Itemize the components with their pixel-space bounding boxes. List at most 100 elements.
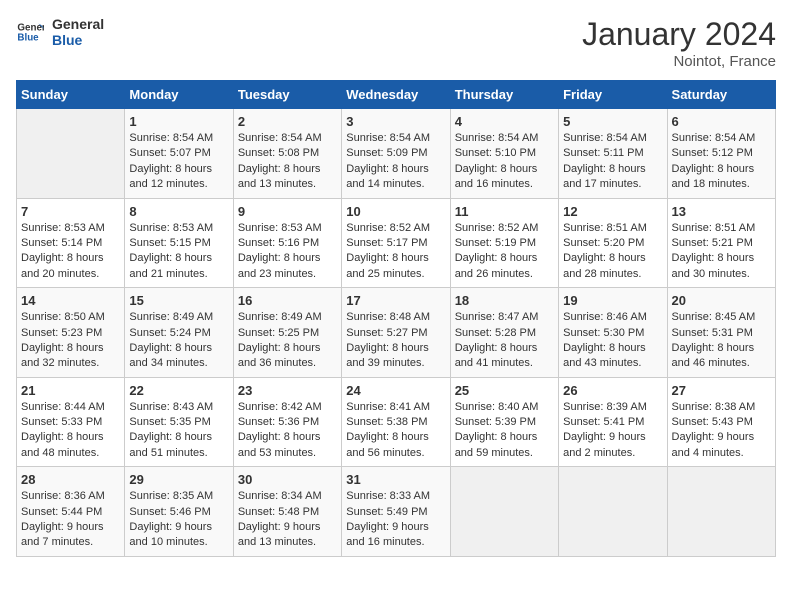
calendar-cell-4-6 [667,467,775,557]
calendar-body: 1 Sunrise: 8:54 AMSunset: 5:07 PMDayligh… [17,109,776,557]
calendar-cell-1-2: 9 Sunrise: 8:53 AMSunset: 5:16 PMDayligh… [233,198,341,288]
main-title: January 2024 [582,16,776,53]
calendar-cell-2-3: 17 Sunrise: 8:48 AMSunset: 5:27 PMDaylig… [342,288,450,378]
day-info: Sunrise: 8:33 AMSunset: 5:49 PMDaylight:… [346,489,445,551]
calendar-cell-4-4 [450,467,558,557]
day-info: Sunrise: 8:53 AMSunset: 5:16 PMDaylight:… [238,221,337,283]
day-number: 15 [129,293,228,308]
calendar-cell-4-0: 28 Sunrise: 8:36 AMSunset: 5:44 PMDaylig… [17,467,125,557]
calendar-cell-0-4: 4 Sunrise: 8:54 AMSunset: 5:10 PMDayligh… [450,109,558,199]
svg-text:Blue: Blue [17,32,39,43]
day-info: Sunrise: 8:53 AMSunset: 5:14 PMDaylight:… [21,221,120,283]
calendar-cell-3-1: 22 Sunrise: 8:43 AMSunset: 5:35 PMDaylig… [125,377,233,467]
day-info: Sunrise: 8:40 AMSunset: 5:39 PMDaylight:… [455,400,554,462]
calendar-row-2: 14 Sunrise: 8:50 AMSunset: 5:23 PMDaylig… [17,288,776,378]
calendar-cell-4-1: 29 Sunrise: 8:35 AMSunset: 5:46 PMDaylig… [125,467,233,557]
calendar-cell-2-2: 16 Sunrise: 8:49 AMSunset: 5:25 PMDaylig… [233,288,341,378]
calendar-cell-0-2: 2 Sunrise: 8:54 AMSunset: 5:08 PMDayligh… [233,109,341,199]
day-info: Sunrise: 8:52 AMSunset: 5:19 PMDaylight:… [455,221,554,283]
day-number: 30 [238,472,337,487]
calendar-cell-4-2: 30 Sunrise: 8:34 AMSunset: 5:48 PMDaylig… [233,467,341,557]
day-number: 23 [238,383,337,398]
calendar-cell-1-3: 10 Sunrise: 8:52 AMSunset: 5:17 PMDaylig… [342,198,450,288]
header-sunday: Sunday [17,81,125,109]
calendar-cell-0-0 [17,109,125,199]
calendar-cell-1-6: 13 Sunrise: 8:51 AMSunset: 5:21 PMDaylig… [667,198,775,288]
calendar-cell-1-0: 7 Sunrise: 8:53 AMSunset: 5:14 PMDayligh… [17,198,125,288]
day-number: 24 [346,383,445,398]
header-tuesday: Tuesday [233,81,341,109]
calendar-row-0: 1 Sunrise: 8:54 AMSunset: 5:07 PMDayligh… [17,109,776,199]
day-info: Sunrise: 8:44 AMSunset: 5:33 PMDaylight:… [21,400,120,462]
calendar-row-1: 7 Sunrise: 8:53 AMSunset: 5:14 PMDayligh… [17,198,776,288]
day-number: 20 [672,293,771,308]
day-info: Sunrise: 8:42 AMSunset: 5:36 PMDaylight:… [238,400,337,462]
day-info: Sunrise: 8:52 AMSunset: 5:17 PMDaylight:… [346,221,445,283]
calendar-cell-0-6: 6 Sunrise: 8:54 AMSunset: 5:12 PMDayligh… [667,109,775,199]
day-number: 19 [563,293,662,308]
day-info: Sunrise: 8:50 AMSunset: 5:23 PMDaylight:… [21,310,120,372]
logo-line1: General [52,16,104,32]
day-number: 4 [455,114,554,129]
day-info: Sunrise: 8:48 AMSunset: 5:27 PMDaylight:… [346,310,445,372]
header-wednesday: Wednesday [342,81,450,109]
day-number: 31 [346,472,445,487]
calendar-row-4: 28 Sunrise: 8:36 AMSunset: 5:44 PMDaylig… [17,467,776,557]
calendar-cell-4-5 [559,467,667,557]
day-number: 14 [21,293,120,308]
day-info: Sunrise: 8:51 AMSunset: 5:21 PMDaylight:… [672,221,771,283]
calendar-cell-0-5: 5 Sunrise: 8:54 AMSunset: 5:11 PMDayligh… [559,109,667,199]
calendar-row-3: 21 Sunrise: 8:44 AMSunset: 5:33 PMDaylig… [17,377,776,467]
calendar-cell-3-4: 25 Sunrise: 8:40 AMSunset: 5:39 PMDaylig… [450,377,558,467]
calendar-cell-2-6: 20 Sunrise: 8:45 AMSunset: 5:31 PMDaylig… [667,288,775,378]
day-number: 18 [455,293,554,308]
day-number: 13 [672,204,771,219]
day-number: 2 [238,114,337,129]
day-number: 16 [238,293,337,308]
day-number: 28 [21,472,120,487]
day-info: Sunrise: 8:34 AMSunset: 5:48 PMDaylight:… [238,489,337,551]
day-info: Sunrise: 8:49 AMSunset: 5:24 PMDaylight:… [129,310,228,372]
subtitle: Nointot, France [582,53,776,70]
calendar-header: Sunday Monday Tuesday Wednesday Thursday… [17,81,776,109]
day-number: 8 [129,204,228,219]
day-info: Sunrise: 8:54 AMSunset: 5:07 PMDaylight:… [129,131,228,193]
day-info: Sunrise: 8:36 AMSunset: 5:44 PMDaylight:… [21,489,120,551]
day-number: 22 [129,383,228,398]
day-info: Sunrise: 8:54 AMSunset: 5:08 PMDaylight:… [238,131,337,193]
page-header: General Blue General Blue January 2024 N… [16,16,776,70]
header-saturday: Saturday [667,81,775,109]
day-info: Sunrise: 8:35 AMSunset: 5:46 PMDaylight:… [129,489,228,551]
title-block: January 2024 Nointot, France [582,16,776,70]
header-friday: Friday [559,81,667,109]
calendar-cell-2-4: 18 Sunrise: 8:47 AMSunset: 5:28 PMDaylig… [450,288,558,378]
calendar-cell-4-3: 31 Sunrise: 8:33 AMSunset: 5:49 PMDaylig… [342,467,450,557]
day-number: 7 [21,204,120,219]
calendar-cell-2-1: 15 Sunrise: 8:49 AMSunset: 5:24 PMDaylig… [125,288,233,378]
day-number: 29 [129,472,228,487]
calendar-cell-3-6: 27 Sunrise: 8:38 AMSunset: 5:43 PMDaylig… [667,377,775,467]
day-info: Sunrise: 8:41 AMSunset: 5:38 PMDaylight:… [346,400,445,462]
calendar-cell-3-5: 26 Sunrise: 8:39 AMSunset: 5:41 PMDaylig… [559,377,667,467]
day-info: Sunrise: 8:49 AMSunset: 5:25 PMDaylight:… [238,310,337,372]
calendar-cell-3-2: 23 Sunrise: 8:42 AMSunset: 5:36 PMDaylig… [233,377,341,467]
header-row: Sunday Monday Tuesday Wednesday Thursday… [17,81,776,109]
calendar-cell-3-0: 21 Sunrise: 8:44 AMSunset: 5:33 PMDaylig… [17,377,125,467]
day-info: Sunrise: 8:54 AMSunset: 5:11 PMDaylight:… [563,131,662,193]
day-number: 9 [238,204,337,219]
day-number: 5 [563,114,662,129]
calendar-cell-1-1: 8 Sunrise: 8:53 AMSunset: 5:15 PMDayligh… [125,198,233,288]
calendar-cell-2-5: 19 Sunrise: 8:46 AMSunset: 5:30 PMDaylig… [559,288,667,378]
calendar-cell-0-1: 1 Sunrise: 8:54 AMSunset: 5:07 PMDayligh… [125,109,233,199]
day-info: Sunrise: 8:53 AMSunset: 5:15 PMDaylight:… [129,221,228,283]
header-thursday: Thursday [450,81,558,109]
day-number: 25 [455,383,554,398]
logo-icon: General Blue [16,18,44,46]
day-number: 11 [455,204,554,219]
day-number: 21 [21,383,120,398]
day-info: Sunrise: 8:54 AMSunset: 5:09 PMDaylight:… [346,131,445,193]
calendar-cell-1-4: 11 Sunrise: 8:52 AMSunset: 5:19 PMDaylig… [450,198,558,288]
logo: General Blue General Blue [16,16,104,48]
day-number: 26 [563,383,662,398]
day-number: 12 [563,204,662,219]
